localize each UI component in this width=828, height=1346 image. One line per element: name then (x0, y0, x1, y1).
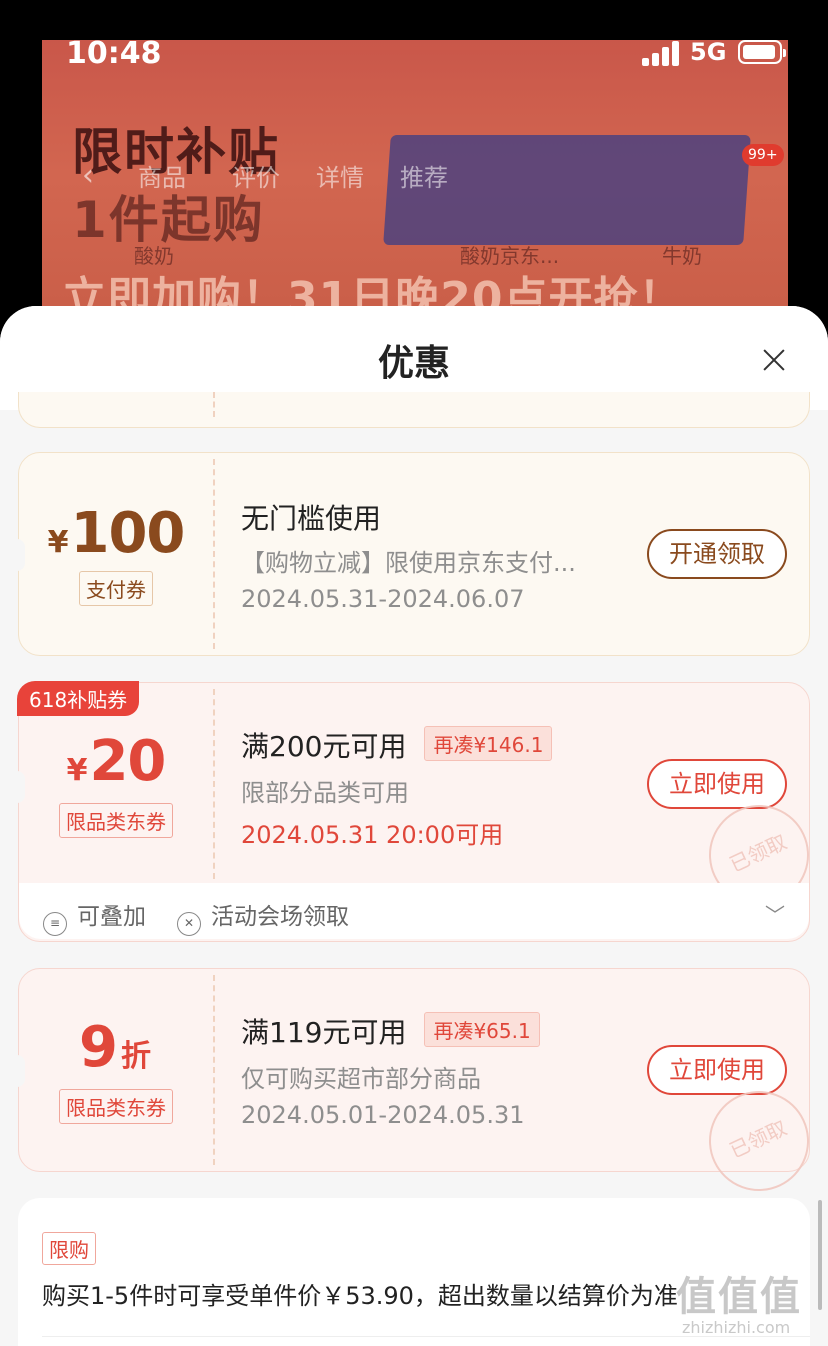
discount-sheet: 优惠 ¥100 支付券 无门槛使用 【购物立减】限使用京东支付... 2024.… (0, 306, 828, 1346)
remaining-amount-chip: 再凑¥146.1 (424, 726, 553, 761)
coupon-card: ¥100 支付券 无门槛使用 【购物立减】限使用京东支付... 2024.05.… (17, 452, 810, 656)
coupon-card: 618补贴券 ¥20 限品类东券 满200元可用 再凑¥146.1 限部分品类可用… (17, 681, 826, 942)
coupon-title: 满119元可用 再凑¥65.1 (241, 1011, 540, 1051)
coupon-desc: 【购物立减】限使用京东支付... (241, 549, 576, 577)
status-bar: 10:48 5G (0, 0, 828, 96)
coupon-amount: ¥100 (47, 501, 186, 566)
limit-tag: 限购 (42, 1232, 96, 1265)
tab-product[interactable]: 商品 (138, 158, 186, 193)
back-icon[interactable]: ‹ (82, 158, 94, 193)
coupon-card-partial (18, 392, 810, 428)
tab-details[interactable]: 详情 (316, 158, 364, 193)
coupon-type-tag: 支付券 (19, 571, 213, 606)
watermark-url: zhizhizhi.com (682, 1318, 791, 1337)
coupon-ribbon: 618补贴券 (17, 681, 140, 716)
coupon-amount: ¥20 (66, 729, 167, 794)
limit-text: 购买1-5件时可享受单件价￥53.90，超出数量以结算价为准 (42, 1282, 678, 1310)
close-icon[interactable] (760, 346, 788, 374)
coupon-discount: 9折 (79, 1015, 151, 1080)
use-now-button[interactable]: 立即使用 (647, 759, 787, 809)
coupon-title: 无门槛使用 (241, 502, 382, 535)
coupon-date: 2024.05.31-2024.06.07 (241, 585, 525, 613)
coupon-date: 2024.05.01-2024.05.31 (241, 1101, 525, 1129)
status-time: 10:48 (66, 36, 162, 71)
coupon-date: 2024.05.31 20:00可用 (241, 821, 504, 849)
stack-icon: ≡ (43, 912, 67, 936)
signal-icon (642, 40, 682, 66)
battery-icon (738, 40, 786, 64)
tab-recommend[interactable]: 推荐 (400, 158, 448, 193)
use-now-button[interactable]: 立即使用 (647, 1045, 787, 1095)
coupon-card: 9折 限品类东券 满119元可用 再凑¥65.1 仅可购买超市部分商品 2024.… (17, 968, 826, 1208)
coupon-desc: 限部分品类可用 (241, 779, 409, 807)
network-type: 5G (690, 38, 727, 66)
coupon-type-tag: 限品类东券 (19, 1089, 213, 1124)
coupon-type-tag: 限品类东券 (19, 803, 213, 838)
venue-label: ✕ 活动会场领取 (177, 897, 349, 936)
chevron-down-icon[interactable]: ﹀ (765, 899, 785, 928)
claim-button[interactable]: 开通领取 (647, 529, 787, 579)
coupon-desc: 仅可购买超市部分商品 (241, 1065, 481, 1093)
scrollbar[interactable] (818, 1200, 822, 1310)
sheet-title: 优惠 (377, 343, 450, 384)
tab-reviews[interactable]: 评价 (232, 158, 280, 193)
watermark-logo: 值值值 (676, 1274, 802, 1320)
stackable-label: ≡ 可叠加 (43, 897, 146, 936)
coupon-extra-row[interactable]: ≡ 可叠加 ✕ 活动会场领取 ﹀ (19, 883, 809, 939)
ticket-icon: ✕ (177, 912, 201, 936)
cart-badge: 99+ (742, 144, 784, 166)
coupon-title: 满200元可用 再凑¥146.1 (241, 725, 553, 765)
remaining-amount-chip: 再凑¥65.1 (424, 1012, 540, 1047)
